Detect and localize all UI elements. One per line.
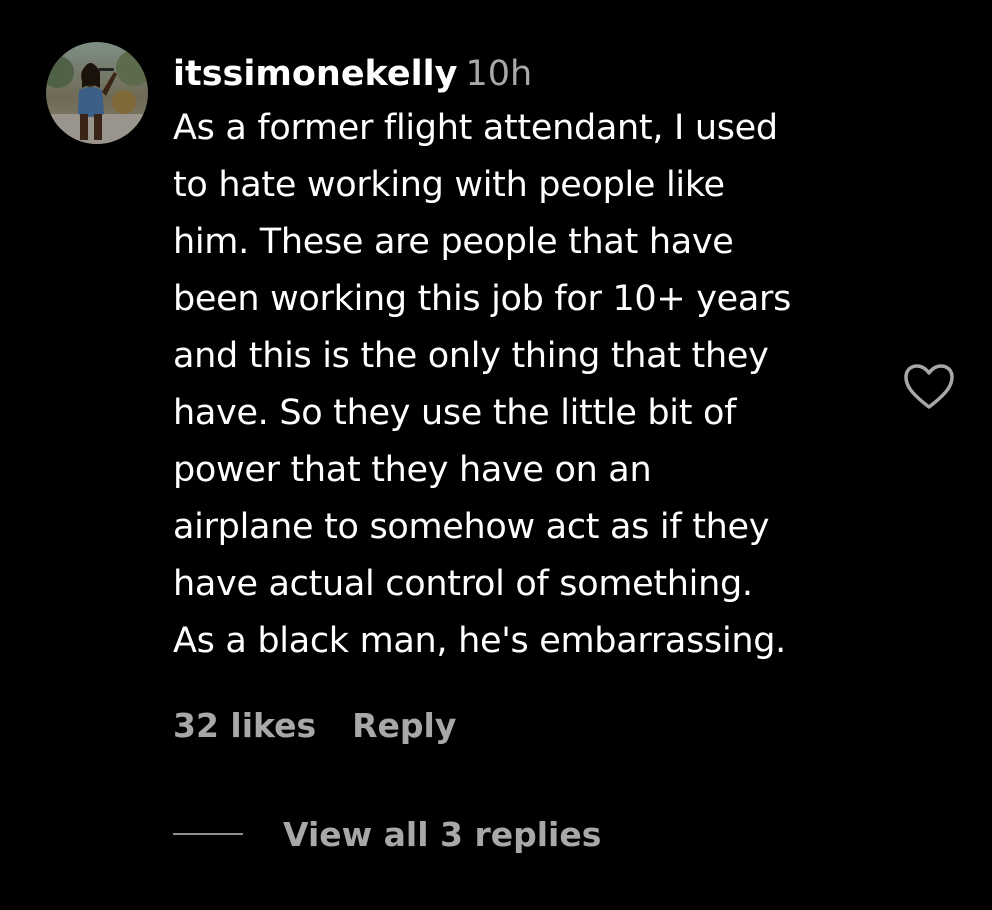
like-button[interactable] — [902, 362, 956, 412]
comment-timestamp: 10h — [465, 54, 533, 94]
replies-divider — [173, 833, 243, 835]
avatar[interactable] — [46, 42, 148, 144]
comment-body: itssimonekelly 10h As a former flight att… — [173, 48, 893, 670]
reply-button[interactable]: Reply — [352, 706, 456, 745]
comment: itssimonekelly 10h As a former flight att… — [0, 0, 992, 910]
comment-actions: 32 likes Reply — [173, 700, 456, 752]
view-replies-row: View all 3 replies — [173, 808, 601, 860]
username-link[interactable]: itssimonekelly — [173, 54, 457, 94]
comment-header: itssimonekelly 10h — [173, 48, 893, 100]
likes-count[interactable]: 32 likes — [173, 706, 316, 745]
heart-outline-icon — [904, 364, 954, 409]
avatar-image — [46, 42, 148, 144]
view-replies-button[interactable]: View all 3 replies — [283, 815, 601, 854]
comment-text: As a former flight attendant, I used to … — [173, 108, 792, 661]
